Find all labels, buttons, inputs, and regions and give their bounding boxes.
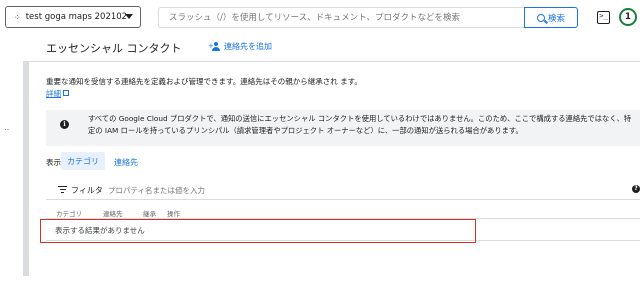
collapse-handle-icon[interactable]: ‥	[4, 123, 9, 132]
column-header-inherited[interactable]: 継承	[143, 208, 156, 218]
details-link[interactable]: 詳細	[46, 89, 61, 98]
highlight-box	[40, 219, 476, 243]
filter-label: フィルタ	[71, 186, 103, 195]
view-option-category[interactable]: カテゴリ	[61, 152, 105, 170]
help-icon[interactable]: ?	[632, 185, 640, 193]
project-dots-icon: ⁘	[14, 12, 21, 22]
column-header-category[interactable]: カテゴリ	[56, 208, 82, 218]
info-banner: i すべての Google Cloud プロダクトで、通知の送信にエッセンシャル…	[46, 110, 640, 146]
terminal-icon[interactable]: >_	[597, 11, 610, 24]
person-add-icon: +	[208, 42, 221, 51]
project-selector[interactable]: ⁘ test goga maps 202102	[5, 6, 141, 28]
view-option-contact[interactable]: 連絡先	[114, 157, 138, 168]
search-button[interactable]: 検索	[524, 7, 578, 28]
left-rail	[23, 61, 29, 276]
top-bar: ⁘ test goga maps 202102 検索 >_ 1	[0, 0, 640, 34]
add-contact-label: 連絡先を追加	[224, 42, 272, 51]
search-icon	[536, 13, 545, 22]
page-description: 重要な通知を受信する連絡先を定義および管理できます。連絡先はその親から継承され …	[46, 76, 366, 100]
search-input[interactable]	[158, 7, 524, 28]
column-header-contact[interactable]: 連絡先	[103, 208, 123, 218]
search-button-label: 検索	[547, 13, 565, 24]
notification-count: 1	[625, 12, 631, 22]
banner-text: すべての Google Cloud プロダクトで、通知の送信にエッセンシャル コ…	[88, 114, 632, 135]
external-link-icon	[63, 90, 69, 96]
header-divider	[29, 61, 640, 62]
page-title: エッセンシャル コンタクト	[46, 42, 182, 55]
filter-input[interactable]	[108, 183, 308, 197]
chevron-down-icon	[125, 14, 133, 19]
info-icon: i	[60, 120, 69, 129]
column-header-actions: 操作	[167, 210, 180, 218]
project-name: test goga maps 202102	[25, 12, 128, 22]
filter-bar: フィルタ	[46, 180, 640, 200]
table-header: カテゴリ 連絡先 継承 操作	[46, 205, 640, 219]
add-contact-button[interactable]: + 連絡先を追加	[208, 41, 272, 52]
notification-badge[interactable]: 1	[619, 8, 637, 26]
filter-icon	[58, 186, 67, 194]
description-text: 重要な通知を受信する連絡先を定義および管理できます。連絡先はその親から継承され …	[46, 77, 362, 86]
